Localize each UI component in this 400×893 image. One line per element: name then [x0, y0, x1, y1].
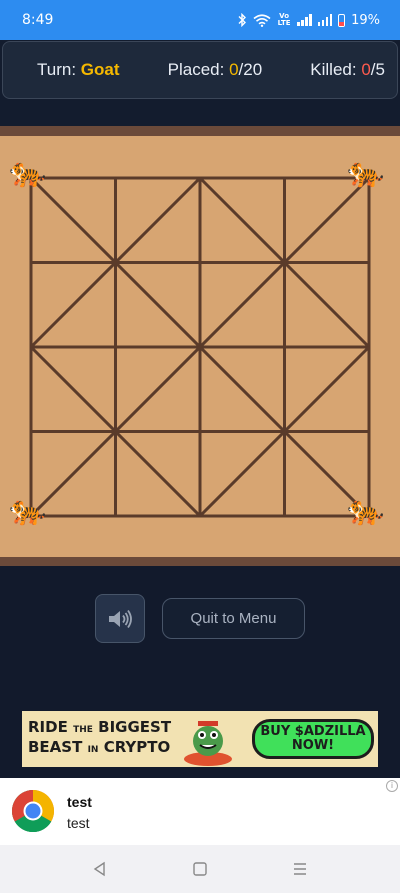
battery-percent: 19% — [351, 12, 380, 28]
home-icon[interactable] — [192, 861, 208, 877]
turn-value: Goat — [80, 60, 120, 79]
clock: 8:49 — [22, 12, 54, 28]
quit-to-menu-button[interactable]: Quit to Menu — [162, 598, 305, 639]
back-icon[interactable] — [92, 861, 108, 877]
menu-icon[interactable] — [292, 861, 308, 877]
placed-label: Placed: — [167, 60, 225, 79]
stats-panel: Turn: Goat Placed: 0/20 Killed: 0/5 — [2, 41, 398, 99]
turn-indicator: Turn: Goat — [37, 60, 120, 80]
ad-mascot-image — [172, 711, 242, 767]
board-lines — [29, 176, 371, 518]
tiger-piece[interactable]: 🐅 — [9, 158, 46, 192]
signal-icon — [297, 14, 312, 26]
notification-card[interactable]: i test test — [0, 778, 400, 845]
ad-text-the: THE — [73, 725, 93, 735]
bluetooth-icon — [238, 13, 247, 27]
ad-cta-button[interactable]: BUY $ADZILLA NOW! — [252, 719, 374, 759]
ad-text-ride: RIDE — [28, 718, 68, 736]
ad-text-in: IN — [87, 745, 99, 755]
notification-title: test — [67, 794, 92, 810]
killed-counter: Killed: 0/5 — [310, 60, 385, 80]
ad-text-biggest: BIGGEST — [98, 718, 172, 736]
ad-text-crypto: CRYPTO — [103, 738, 171, 756]
speaker-icon — [109, 609, 132, 628]
volte-indicator: Vo LTE — [277, 12, 291, 27]
tiger-piece[interactable]: 🐅 — [9, 496, 46, 530]
killed-label: Killed: — [310, 60, 357, 79]
game-board[interactable]: 🐅 🐅 🐅 🐅 — [0, 136, 400, 557]
chrome-icon — [11, 790, 55, 833]
board-frame: 🐅 🐅 🐅 🐅 — [0, 126, 400, 566]
status-bar: 8:49 Vo LTE 19% — [0, 0, 400, 40]
game-header: Turn: Goat Placed: 0/20 Killed: 0/5 — [0, 40, 400, 126]
ad-banner[interactable]: RIDE THE BIGGEST BEAST IN CRYPTO BUY $AD… — [22, 711, 378, 767]
killed-count: 0 — [361, 60, 371, 79]
navigation-bar — [0, 845, 400, 893]
tiger-piece[interactable]: 🐅 — [347, 496, 384, 530]
signal-icon-2 — [317, 14, 333, 26]
placed-counter: Placed: 0/20 — [168, 60, 263, 80]
battery-icon — [338, 13, 346, 27]
turn-label: Turn: — [37, 60, 77, 79]
ad-cta-line1: BUY $ADZILLA — [260, 724, 366, 739]
sound-toggle-button[interactable] — [95, 594, 145, 643]
notification-body: test — [67, 815, 90, 831]
tiger-piece[interactable]: 🐅 — [347, 158, 384, 192]
placed-total: /20 — [238, 60, 263, 79]
ad-cta-line2: NOW! — [291, 738, 335, 753]
status-icons: Vo LTE 19% — [238, 13, 380, 28]
ad-text-beast: BEAST — [28, 738, 83, 756]
killed-total: /5 — [370, 60, 385, 79]
info-icon[interactable]: i — [386, 780, 398, 792]
placed-count: 0 — [229, 60, 239, 79]
ad-headline: RIDE THE BIGGEST BEAST IN CRYPTO — [22, 719, 172, 759]
wifi-icon — [253, 13, 271, 27]
